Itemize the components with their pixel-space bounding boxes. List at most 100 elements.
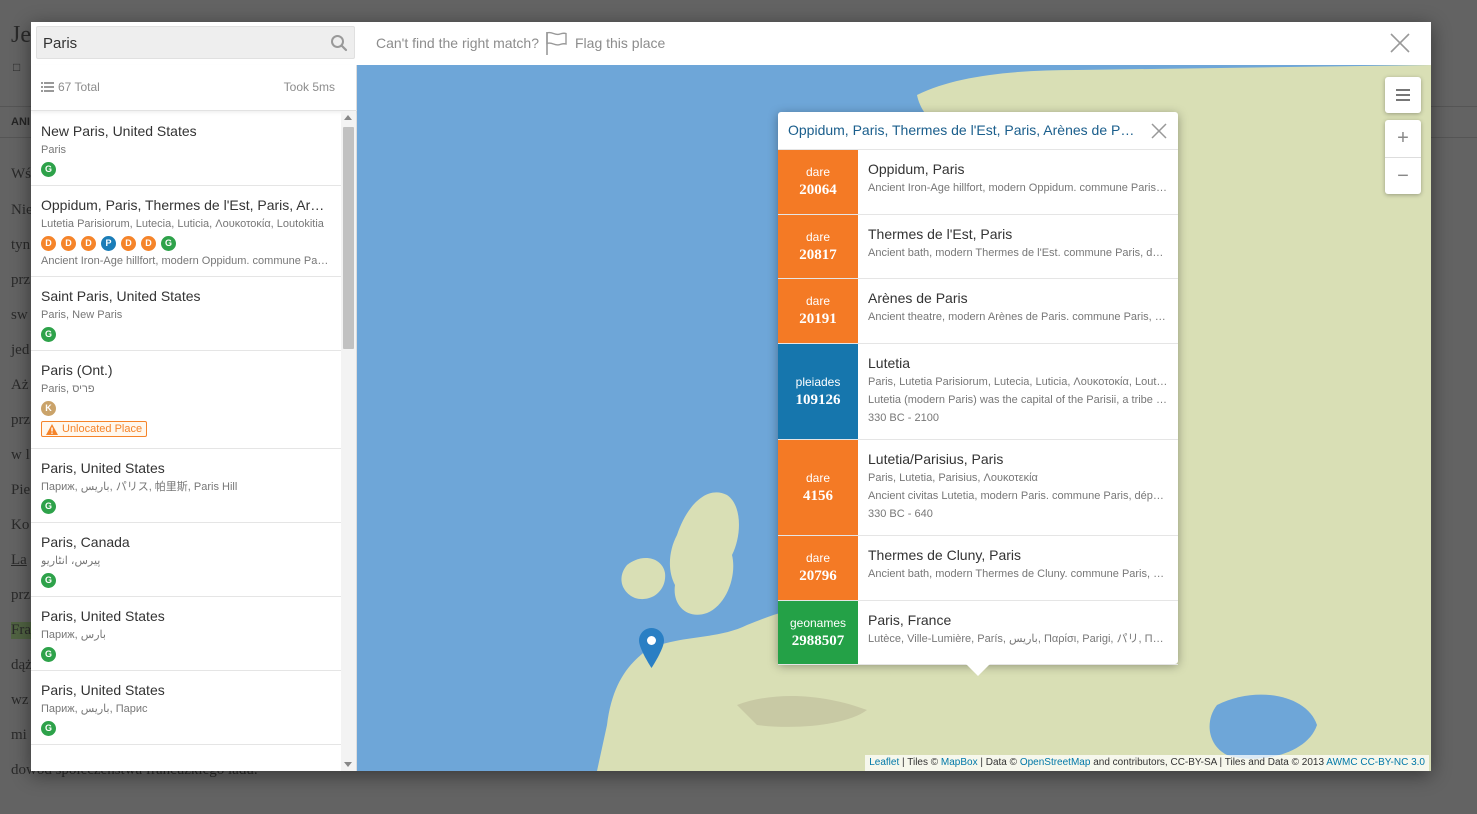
record-id: 20191: [799, 311, 837, 327]
zoom-control: + −: [1385, 120, 1421, 194]
map-marker-icon[interactable]: [639, 628, 664, 668]
scroll-thumb[interactable]: [343, 127, 354, 349]
result-item[interactable]: Oppidum, Paris, Thermes de l'Est, Paris,…: [31, 186, 341, 277]
result-item[interactable]: Paris, United States Париж, بارس G: [31, 597, 341, 671]
source-badge: G: [41, 646, 56, 662]
search-input[interactable]: [43, 32, 323, 54]
record-title: Lutetia/Parisius, Paris: [868, 451, 1004, 467]
result-title: Paris, Canada: [41, 533, 130, 550]
source-badge: G: [161, 236, 176, 251]
result-title: Paris, United States: [41, 607, 165, 624]
list-icon: [41, 82, 54, 92]
source-badge: D: [121, 236, 136, 251]
zoom-out-button[interactable]: −: [1385, 157, 1421, 194]
record-line: 330 BC - 640: [868, 508, 933, 520]
record-line: Ancient theatre, modern Arènes de Paris.…: [868, 311, 1168, 323]
osm-link[interactable]: OpenStreetMap: [1020, 757, 1091, 768]
search-box: [36, 26, 355, 59]
map-attribution: Leaflet | Tiles © MapBox | Data © OpenSt…: [865, 755, 1429, 771]
awmc-link[interactable]: AWMC CC-BY-NC 3.0: [1326, 757, 1425, 768]
source-badge: D: [61, 236, 76, 251]
popup-header: Oppidum, Paris, Thermes de l'Est, Paris,…: [778, 112, 1178, 150]
zoom-in-button[interactable]: +: [1385, 120, 1421, 157]
result-names: Lutetia Parisiorum, Lutecia, Luticia, Λο…: [41, 218, 324, 230]
record-line: Paris, Lutetia, Parisius, Λουκοτεκία: [868, 472, 1038, 484]
popup-record[interactable]: dare 20064 Oppidum, Paris Ancient Iron-Age …: [778, 150, 1178, 215]
result-names: Paris, פריס: [41, 383, 95, 395]
result-names: Париж, باریس, Парис: [41, 702, 148, 715]
search-icon[interactable]: [330, 34, 348, 52]
record-source-block: geonames 2988507: [778, 601, 858, 664]
results-scrollbar[interactable]: [341, 112, 356, 771]
source-badge: G: [41, 498, 56, 514]
result-item[interactable]: Saint Paris, United States Paris, New Par…: [31, 277, 341, 351]
flag-place-label: Flag this place: [575, 35, 666, 51]
source-badge: D: [141, 236, 156, 251]
record-source: dare: [805, 470, 831, 485]
record-id: 109126: [795, 391, 841, 408]
record-title: Lutetia: [868, 355, 911, 371]
record-title: Paris, France: [868, 612, 952, 628]
results-total: 67 Total: [41, 80, 100, 94]
popup-record[interactable]: dare 20817 Thermes de l'Est, Paris Ancient …: [778, 215, 1178, 279]
result-badges: G: [41, 720, 331, 736]
source-badge: D: [81, 236, 96, 251]
record-line: Paris, Lutetia Parisiorum, Lutecia, Luti…: [868, 376, 1168, 388]
result-item[interactable]: Paris, United States Париж, باریس, パリス, 帕…: [31, 449, 341, 523]
result-names: Париж, بارس: [41, 628, 106, 641]
scroll-down-arrow[interactable]: [344, 762, 352, 767]
result-item[interactable]: Paris, Canada پیرس، انٹاریو G: [31, 523, 341, 597]
popup-record[interactable]: dare 20191 Arènes de Paris Ancient theatre,…: [778, 279, 1178, 344]
result-badges: G: [41, 327, 331, 342]
results-took: Took 5ms: [283, 80, 335, 94]
popup-record[interactable]: dare 20796 Thermes de Cluny, Paris Ancient …: [778, 536, 1178, 601]
record-source: dare: [805, 229, 831, 244]
record-source: pleiades: [795, 374, 841, 389]
source-badge: P: [101, 236, 116, 251]
results-header: 67 Total Took 5ms: [31, 65, 357, 111]
record-details: Lutetia Paris, Lutetia Parisiorum, Luteci…: [858, 344, 1178, 439]
popup-record[interactable]: geonames 2988507 Paris, France Lutèce, Vill…: [778, 601, 1178, 665]
record-id: 20817: [799, 246, 837, 263]
flag-icon: [546, 31, 567, 55]
mapbox-link[interactable]: MapBox: [941, 757, 978, 768]
result-item[interactable]: Paris, United States Париж, باریس, Парис G: [31, 671, 341, 745]
close-icon[interactable]: [1389, 32, 1411, 54]
scroll-up-arrow[interactable]: [344, 115, 352, 120]
attribution-tiles: Tiles ©: [907, 757, 939, 768]
result-badges: DDDPDDG: [41, 236, 331, 251]
record-source: dare: [805, 551, 831, 565]
popup-tip: [966, 664, 990, 676]
layers-button[interactable]: [1385, 77, 1421, 113]
flag-place-button[interactable]: Flag this place: [543, 28, 665, 58]
record-id: 20796: [799, 568, 837, 584]
warning-icon: [46, 423, 58, 435]
popup-records: dare 20064 Oppidum, Paris Ancient Iron-Age …: [778, 150, 1178, 665]
source-badge: K: [41, 401, 56, 416]
result-item[interactable]: Paris (Ont.) Paris, פריס K Unlocated Place: [31, 351, 341, 449]
result-badges: G: [41, 572, 331, 588]
unlocated-place-badge: Unlocated Place: [41, 421, 148, 437]
result-title: Saint Paris, United States: [41, 288, 201, 304]
record-line: 330 BC - 2100: [868, 412, 939, 424]
record-title: Arènes de Paris: [868, 290, 968, 306]
record-title: Thermes de l'Est, Paris: [868, 226, 1013, 242]
record-line: Lutèce, Ville-Lumière, París, باريس, Παρ…: [868, 633, 1168, 645]
place-popup: Oppidum, Paris, Thermes de l'Est, Paris,…: [778, 112, 1178, 676]
popup-close-icon[interactable]: [1150, 122, 1168, 140]
result-title: New Paris, United States: [41, 123, 197, 139]
results-sidebar: 67 Total Took 5ms New Paris, United Stat…: [31, 65, 357, 771]
record-source-block: dare 20817: [778, 215, 858, 278]
result-item[interactable]: New Paris, United States Paris G: [31, 112, 341, 186]
popup-record[interactable]: dare 4156 Lutetia/Parisius, Paris Paris, Lu…: [778, 440, 1178, 536]
popup-record[interactable]: pleiades 109126 Lutetia Paris, Lutetia Pari…: [778, 344, 1178, 440]
record-title: Oppidum, Paris: [868, 161, 965, 177]
result-names: Paris: [41, 144, 67, 156]
record-line: Lutetia (modern Paris) was the capital o…: [868, 394, 1168, 406]
leaflet-link[interactable]: Leaflet: [869, 757, 899, 768]
map[interactable]: + − Oppidum, Paris, Thermes de l'Est, Pa…: [357, 65, 1431, 771]
modal-header: Can't find the right match? Flag this pl…: [31, 22, 1431, 65]
result-badges: G: [41, 498, 331, 514]
result-names: پیرس، انٹاریو: [41, 554, 101, 567]
result-badges: G: [41, 162, 331, 177]
